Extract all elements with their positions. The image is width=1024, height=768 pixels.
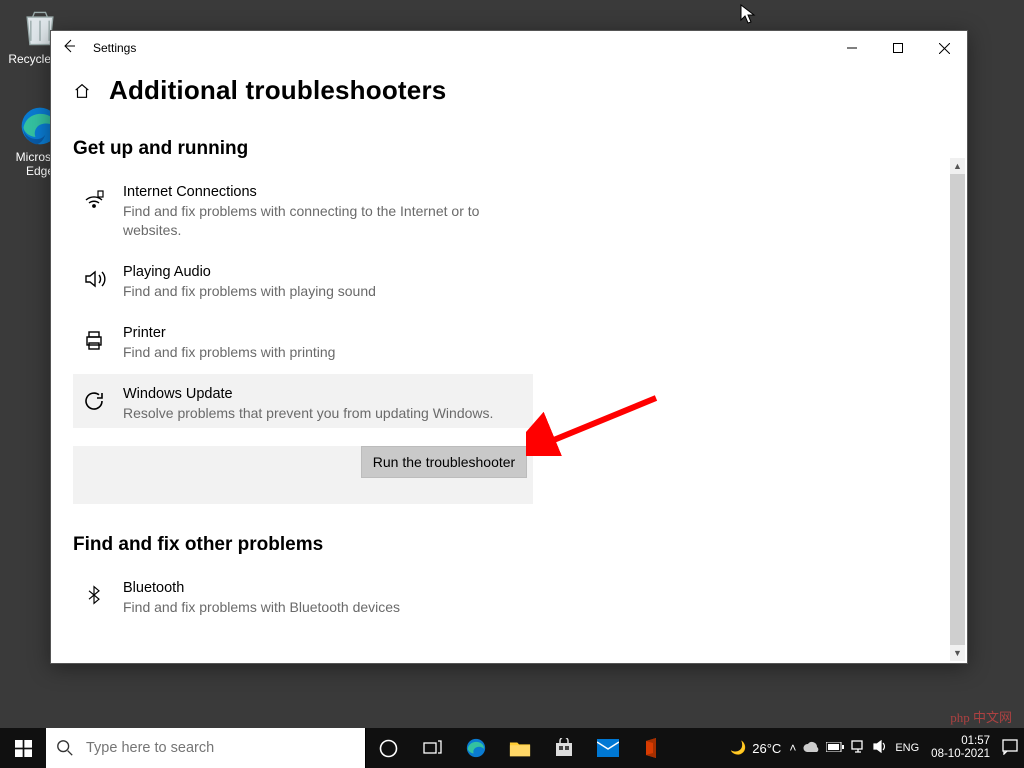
item-title: Playing Audio: [123, 264, 376, 280]
tray-date: 08-10-2021: [931, 748, 990, 761]
troubleshooter-internet-connections[interactable]: Internet Connections Find and fix proble…: [73, 172, 533, 252]
task-view-button[interactable]: [410, 728, 454, 768]
cortana-button[interactable]: [366, 728, 410, 768]
taskbar-app-mail[interactable]: [586, 728, 630, 768]
troubleshooter-windows-update[interactable]: Windows Update Resolve problems that pre…: [73, 374, 533, 429]
tray-language-icon[interactable]: ENG: [895, 742, 919, 754]
item-desc: Find and fix problems with Bluetooth dev…: [123, 598, 400, 617]
content-area: Get up and running Internet Connections …: [51, 114, 967, 663]
back-button[interactable]: [51, 38, 87, 59]
taskbar: 🌙 26°C ˄ ENG 01:57 08-10-2021: [0, 728, 1024, 768]
section-heading-getup: Get up and running: [73, 138, 945, 160]
system-tray: 🌙 26°C ˄ ENG 01:57 08-10-2021: [730, 728, 1024, 768]
tray-clock[interactable]: 01:57 08-10-2021: [927, 735, 994, 761]
item-desc: Find and fix problems with playing sound: [123, 282, 376, 301]
taskbar-app-store[interactable]: [542, 728, 586, 768]
tray-weather[interactable]: 🌙 26°C: [730, 740, 781, 756]
settings-window: Settings Additional troubleshooters Get …: [50, 30, 968, 664]
item-desc: Resolve problems that prevent you from u…: [123, 404, 493, 423]
section-heading-other: Find and fix other problems: [73, 534, 945, 556]
wifi-icon: [81, 186, 107, 212]
weather-temp: 26°C: [752, 741, 781, 756]
titlebar: Settings: [51, 31, 967, 65]
tray-notifications-icon[interactable]: [1002, 739, 1018, 758]
close-button[interactable]: [921, 31, 967, 65]
moon-icon: 🌙: [730, 740, 746, 756]
start-button[interactable]: [0, 728, 46, 768]
cursor-icon: [740, 4, 756, 29]
scroll-up-button[interactable]: ▲: [950, 158, 965, 174]
item-title: Printer: [123, 325, 335, 341]
item-title: Internet Connections: [123, 184, 521, 200]
annotation-arrow: [526, 386, 676, 456]
item-title: Windows Update: [123, 386, 493, 402]
tray-onedrive-icon[interactable]: [803, 741, 819, 756]
taskbar-app-explorer[interactable]: [498, 728, 542, 768]
item-desc: Find and fix problems with printing: [123, 343, 335, 362]
taskbar-app-office[interactable]: [630, 728, 674, 768]
run-troubleshooter-button[interactable]: Run the troubleshooter: [361, 446, 527, 478]
taskbar-search[interactable]: [46, 728, 366, 768]
page-title: Additional troubleshooters: [109, 75, 446, 106]
window-title: Settings: [87, 41, 829, 55]
taskbar-app-edge[interactable]: [454, 728, 498, 768]
scroll-thumb[interactable]: [950, 174, 965, 654]
tray-chevron-up-icon[interactable]: ˄: [789, 741, 796, 755]
watermark: php 中文网: [950, 707, 1012, 726]
tray-network-icon[interactable]: [851, 740, 866, 756]
bluetooth-icon: [81, 582, 107, 608]
vertical-scrollbar[interactable]: ▲ ▼: [950, 158, 965, 661]
printer-icon: [81, 327, 107, 353]
troubleshooter-printer[interactable]: Printer Find and fix problems with print…: [73, 313, 533, 374]
search-input[interactable]: [84, 739, 344, 757]
audio-icon: [81, 266, 107, 292]
minimize-button[interactable]: [829, 31, 875, 65]
troubleshooter-playing-audio[interactable]: Playing Audio Find and fix problems with…: [73, 252, 533, 313]
tray-time: 01:57: [931, 735, 990, 748]
troubleshooter-bluetooth[interactable]: Bluetooth Find and fix problems with Blu…: [73, 568, 533, 629]
tray-battery-icon[interactable]: [826, 741, 844, 755]
maximize-button[interactable]: [875, 31, 921, 65]
home-icon[interactable]: [73, 82, 91, 100]
search-icon: [56, 739, 74, 757]
item-desc: Find and fix problems with connecting to…: [123, 202, 521, 240]
tray-volume-icon[interactable]: [873, 740, 888, 756]
item-title: Bluetooth: [123, 580, 400, 596]
update-icon: [81, 388, 107, 414]
scroll-down-button[interactable]: ▼: [950, 645, 965, 661]
